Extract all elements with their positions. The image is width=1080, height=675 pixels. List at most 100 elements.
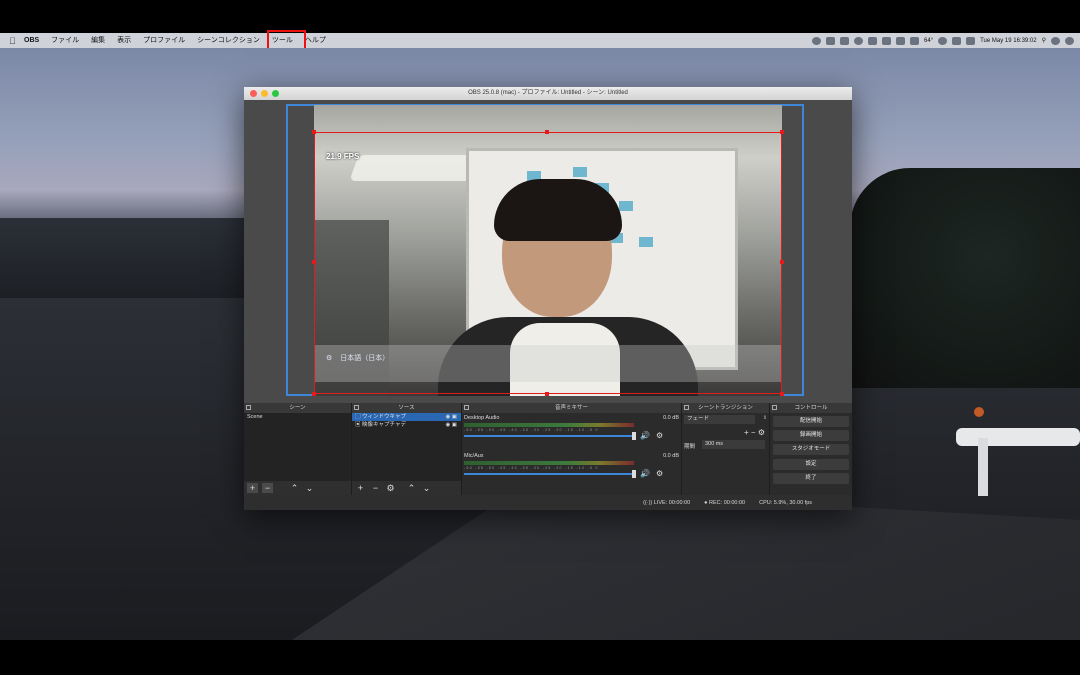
undock-icon[interactable]	[246, 405, 251, 410]
temperature-text: 64°	[924, 37, 934, 44]
letterbox-bottom	[0, 640, 1080, 675]
undock-icon[interactable]	[354, 405, 359, 410]
undock-icon[interactable]	[464, 405, 469, 410]
letterbox-top	[0, 0, 1080, 33]
resize-handle[interactable]	[780, 130, 784, 134]
source-properties-gear-icon[interactable]: ⚙	[385, 483, 396, 493]
transitions-title: シーントランジション	[698, 405, 753, 411]
source-item-video-capture[interactable]: ▣ 映像キャプチャデ ◉ ▣	[352, 421, 461, 429]
resize-handle[interactable]	[545, 392, 549, 396]
transition-select[interactable]: フェード	[684, 415, 755, 424]
memory-icon[interactable]	[882, 36, 892, 45]
menu-view[interactable]: 表示	[111, 33, 137, 48]
zoom-window-icon[interactable]	[272, 90, 279, 97]
speaker-icon[interactable]: 🔊	[640, 431, 650, 440]
start-streaming-button[interactable]: 配信開始	[773, 416, 849, 427]
add-transition-button[interactable]: +	[744, 428, 749, 437]
studio-mode-button[interactable]: スタジオモード	[773, 444, 849, 455]
window-icon[interactable]	[826, 36, 836, 45]
add-source-button[interactable]: +	[355, 483, 366, 493]
audio-settings-gear-icon[interactable]: ⚙	[656, 469, 663, 478]
preview-area[interactable]: 21.9 FPS ⚙ 日本語（日本）	[244, 100, 852, 403]
remove-source-button[interactable]: −	[370, 483, 381, 493]
wallpaper-trees	[850, 168, 1080, 388]
chevron-down-icon[interactable]: ⇕	[763, 415, 767, 421]
audio-settings-gear-icon[interactable]: ⚙	[656, 431, 663, 440]
scene-item[interactable]: Scene	[244, 413, 351, 421]
wallpaper-road	[280, 488, 1080, 640]
dock-area: シーン Scene + − ⌃ ⌄ ソース ▢ ウィンドウキャプ ◉ ▣ ▣ 映…	[244, 403, 852, 495]
track-name: Mic/Aux	[464, 453, 484, 459]
speaker-icon[interactable]: 🔊	[640, 469, 650, 478]
bluetooth-icon[interactable]	[952, 36, 962, 45]
duration-input[interactable]: 300 ms	[702, 440, 765, 449]
lock-icon[interactable]: ▣	[452, 422, 457, 428]
mixer-title: 音声ミキサー	[554, 405, 588, 411]
undock-icon[interactable]	[772, 405, 777, 410]
remove-transition-button[interactable]: −	[751, 428, 756, 437]
start-recording-button[interactable]: 録画開始	[773, 430, 849, 441]
track-name: Desktop Audio	[464, 415, 500, 421]
record-icon[interactable]	[812, 36, 822, 45]
volume-slider[interactable]	[464, 473, 634, 475]
volume-slider[interactable]	[464, 435, 634, 437]
exit-button[interactable]: 終了	[773, 473, 849, 484]
close-window-icon[interactable]	[250, 90, 257, 97]
move-down-icon[interactable]: ⌄	[421, 483, 432, 493]
monitor-icon: ▢	[355, 414, 363, 420]
resize-handle[interactable]	[312, 392, 316, 396]
camera-icon: ▣	[355, 422, 363, 428]
remove-scene-button[interactable]: −	[262, 483, 273, 493]
resize-handle[interactable]	[312, 130, 316, 134]
scenes-toolbar: + − ⌃ ⌄	[244, 481, 351, 495]
spotlight-search-icon[interactable]: ⚲	[1042, 37, 1046, 44]
menu-profile[interactable]: プロファイル	[137, 33, 191, 48]
audio-mixer-dock: 音声ミキサー Desktop Audio 0.0 dB -60 -55 -50 …	[462, 403, 682, 495]
settings-button[interactable]: 設定	[773, 459, 849, 470]
wallpaper-reflector	[974, 407, 984, 417]
transition-properties-icon[interactable]: ⚙	[758, 428, 765, 437]
move-up-icon[interactable]: ⌃	[406, 483, 417, 493]
volume-slider-knob[interactable]	[632, 432, 636, 440]
network-icon[interactable]	[910, 36, 920, 45]
menu-edit[interactable]: 編集	[85, 33, 111, 48]
source-selection-box[interactable]	[312, 130, 784, 396]
track-db: 0.0 dB	[663, 415, 679, 421]
menu-file[interactable]: ファイル	[45, 33, 85, 48]
cloud-icon[interactable]	[868, 36, 878, 45]
volume-slider-knob[interactable]	[632, 470, 636, 478]
siri-icon[interactable]	[1051, 36, 1060, 45]
cpu-icon[interactable]	[896, 36, 906, 45]
visibility-eye-icon[interactable]: ◉	[445, 422, 450, 428]
menu-scene-collection[interactable]: シーンコレクション	[191, 33, 266, 48]
resize-handle[interactable]	[780, 392, 784, 396]
volume-meter	[464, 461, 634, 465]
resize-handle[interactable]	[780, 260, 784, 264]
add-scene-button[interactable]: +	[247, 483, 258, 493]
track-db: 0.0 dB	[663, 453, 679, 459]
wallpaper-guardrail	[952, 428, 1080, 498]
menu-app-obs[interactable]: OBS	[18, 33, 45, 48]
wifi-icon[interactable]	[938, 36, 948, 45]
resize-handle[interactable]	[312, 260, 316, 264]
battery-icon[interactable]	[966, 36, 976, 45]
mail-icon[interactable]	[840, 36, 850, 45]
obs-titlebar[interactable]: OBS 25.0.8 (mac) - プロファイル: Untitled - シー…	[244, 87, 852, 100]
undock-icon[interactable]	[684, 405, 689, 410]
menubar-clock[interactable]: Tue May 19 16:39:02	[980, 38, 1036, 44]
settings-icon[interactable]	[854, 36, 864, 45]
move-down-icon[interactable]: ⌄	[304, 483, 315, 493]
mixer-body: Desktop Audio 0.0 dB -60 -55 -50 -45 -40…	[462, 413, 681, 495]
move-up-icon[interactable]: ⌃	[289, 483, 300, 493]
notification-center-icon[interactable]	[1065, 36, 1074, 45]
transitions-body: フェード ⇕ + − ⚙ 期間 300 ms	[682, 413, 769, 495]
minimize-window-icon[interactable]	[261, 90, 268, 97]
visibility-eye-icon[interactable]: ◉	[445, 414, 450, 420]
sources-title: ソース	[398, 405, 415, 411]
resize-handle[interactable]	[545, 130, 549, 134]
apple-icon[interactable]: 	[9, 36, 18, 46]
controls-title: コントロール	[794, 405, 828, 411]
source-item-window-capture[interactable]: ▢ ウィンドウキャプ ◉ ▣	[352, 413, 461, 421]
sources-dock: ソース ▢ ウィンドウキャプ ◉ ▣ ▣ 映像キャプチャデ ◉ ▣ + − ⚙ …	[352, 403, 462, 495]
lock-icon[interactable]: ▣	[452, 414, 457, 420]
